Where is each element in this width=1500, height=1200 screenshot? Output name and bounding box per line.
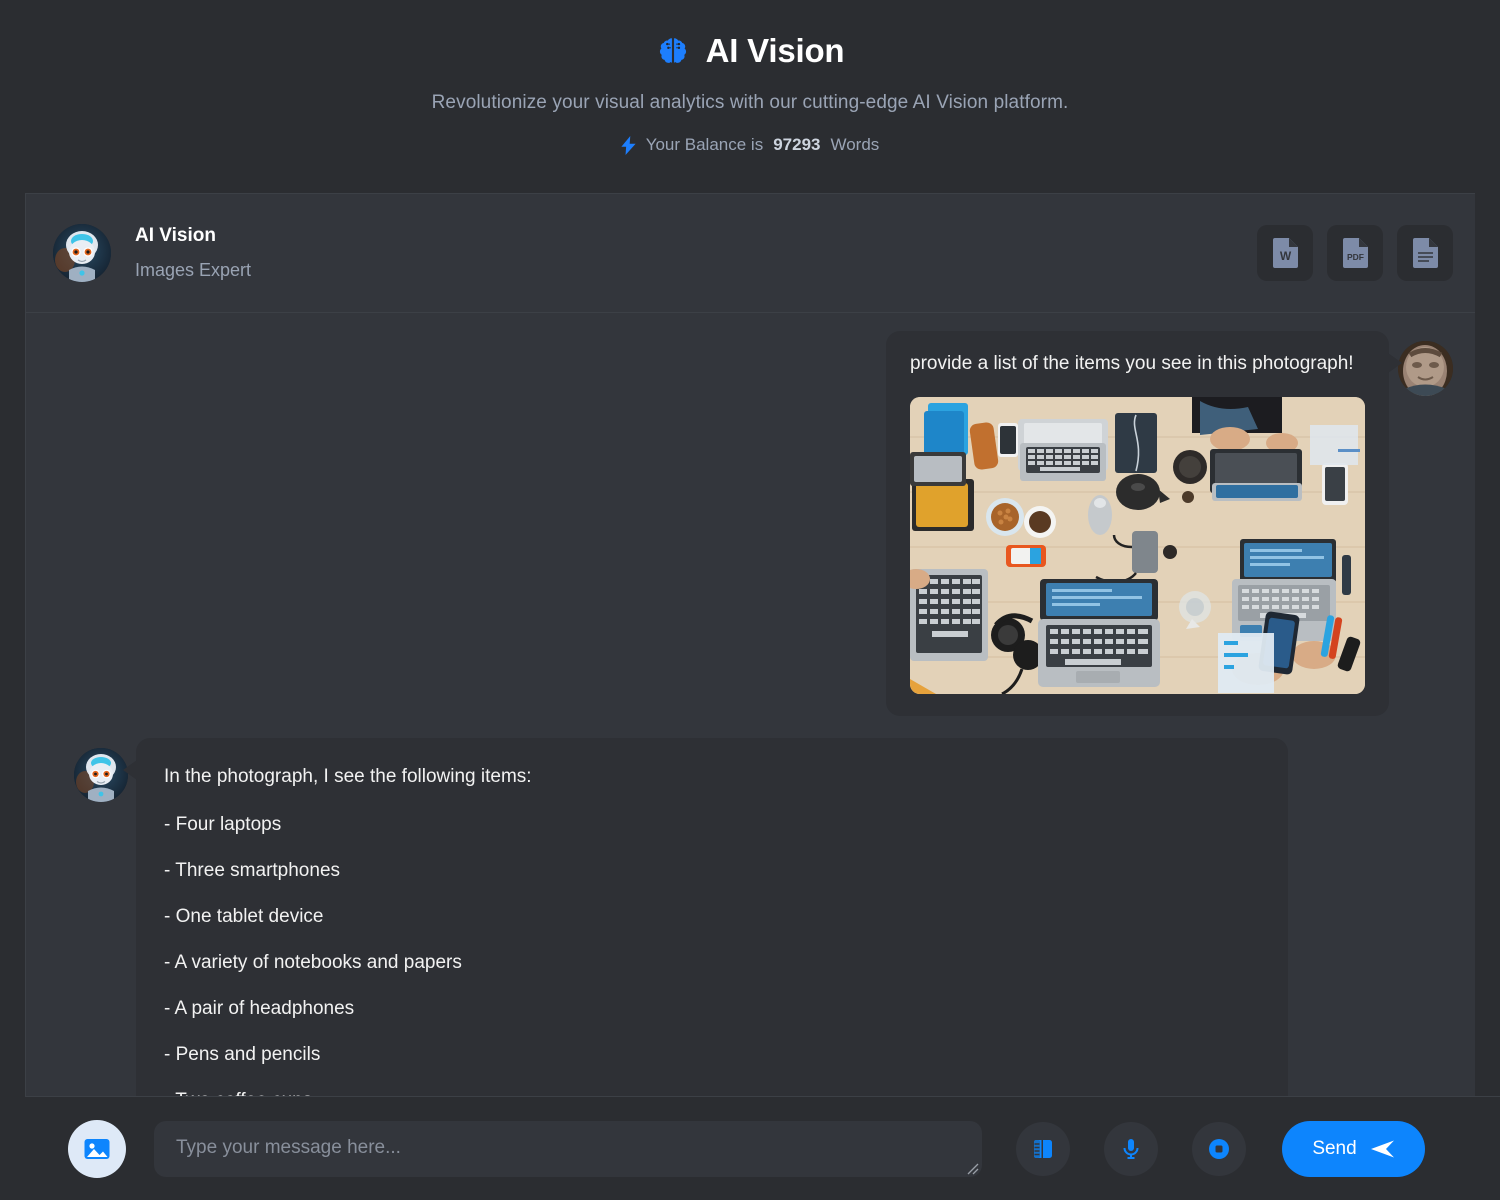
lightning-bolt-icon	[621, 135, 636, 155]
user-message-bubble: provide a list of the items you see in t…	[886, 331, 1402, 716]
message-input[interactable]	[154, 1120, 982, 1177]
chat-panel: AI Vision Images Expert W PDF provide a …	[25, 193, 1475, 1096]
message-input-wrapper[interactable]	[154, 1120, 982, 1177]
agent-meta: AI Vision Images Expert	[135, 225, 251, 281]
bot-reply-item: - A variety of notebooks and papers	[164, 951, 462, 973]
brain-icon	[659, 38, 686, 63]
prompt-library-button[interactable]	[1016, 1121, 1070, 1176]
brand-row: AI Vision	[656, 32, 845, 70]
stop-record-button[interactable]	[1192, 1121, 1246, 1176]
image-upload-icon	[84, 1138, 110, 1159]
balance-suffix: Words	[830, 135, 880, 154]
agent-role: Images Expert	[135, 260, 252, 280]
message-row-bot: In the photograph, I see the following i…	[26, 737, 1475, 1096]
message-list[interactable]: provide a list of the items you see in t…	[26, 313, 1475, 1096]
microphone-icon	[1123, 1138, 1139, 1159]
agent-name: AI Vision	[135, 225, 216, 246]
text-document-icon	[1412, 238, 1438, 268]
prompt-library-icon	[1034, 1139, 1052, 1158]
send-button-label: Send	[1312, 1137, 1357, 1159]
bot-avatar	[74, 747, 128, 802]
balance-row: Your Balance is 97293 Words	[621, 135, 880, 155]
bot-reply-item: - Four laptops	[164, 813, 282, 835]
pdf-document-icon: PDF	[1342, 238, 1368, 268]
export-text-button[interactable]	[1397, 225, 1453, 281]
export-button-group: W PDF	[1257, 225, 1453, 281]
bot-reply-item: - A pair of headphones	[164, 997, 355, 1019]
export-pdf-button[interactable]: PDF	[1327, 225, 1383, 281]
agent-avatar	[53, 224, 111, 282]
bot-reply-item: - Three smartphones	[164, 859, 341, 881]
stop-record-icon	[1209, 1138, 1229, 1159]
user-avatar	[1398, 341, 1453, 396]
svg-text:PDF: PDF	[1347, 252, 1364, 262]
send-paper-plane-icon	[1370, 1140, 1394, 1157]
svg-text:W: W	[1279, 249, 1291, 263]
bot-reply-item: - Pens and pencils	[164, 1043, 321, 1065]
page-title: AI Vision	[705, 32, 845, 69]
bot-reply-intro: In the photograph, I see the following i…	[164, 765, 532, 787]
user-message-text: provide a list of the items you see in t…	[910, 353, 1354, 374]
message-row-user: provide a list of the items you see in t…	[26, 331, 1475, 716]
balance-prefix: Your Balance is	[645, 135, 764, 154]
balance-value: 97293	[773, 135, 821, 154]
microphone-button[interactable]	[1104, 1121, 1158, 1176]
export-word-button[interactable]: W	[1257, 225, 1313, 281]
page-tagline: Revolutionize your visual analytics with…	[431, 92, 1069, 113]
image-upload-button[interactable]	[68, 1119, 126, 1178]
word-document-icon: W	[1272, 238, 1298, 268]
message-composer: Send	[25, 1096, 1500, 1200]
bot-message-bubble: In the photograph, I see the following i…	[123, 737, 1288, 1096]
agent-header-bar: AI Vision Images Expert W PDF	[26, 194, 1475, 313]
bot-reply-item: - One tablet device	[164, 905, 324, 927]
page-header: AI Vision Revolutionize your visual anal…	[0, 0, 1500, 186]
attached-photograph[interactable]	[910, 396, 1365, 694]
send-button[interactable]: Send	[1282, 1120, 1425, 1177]
